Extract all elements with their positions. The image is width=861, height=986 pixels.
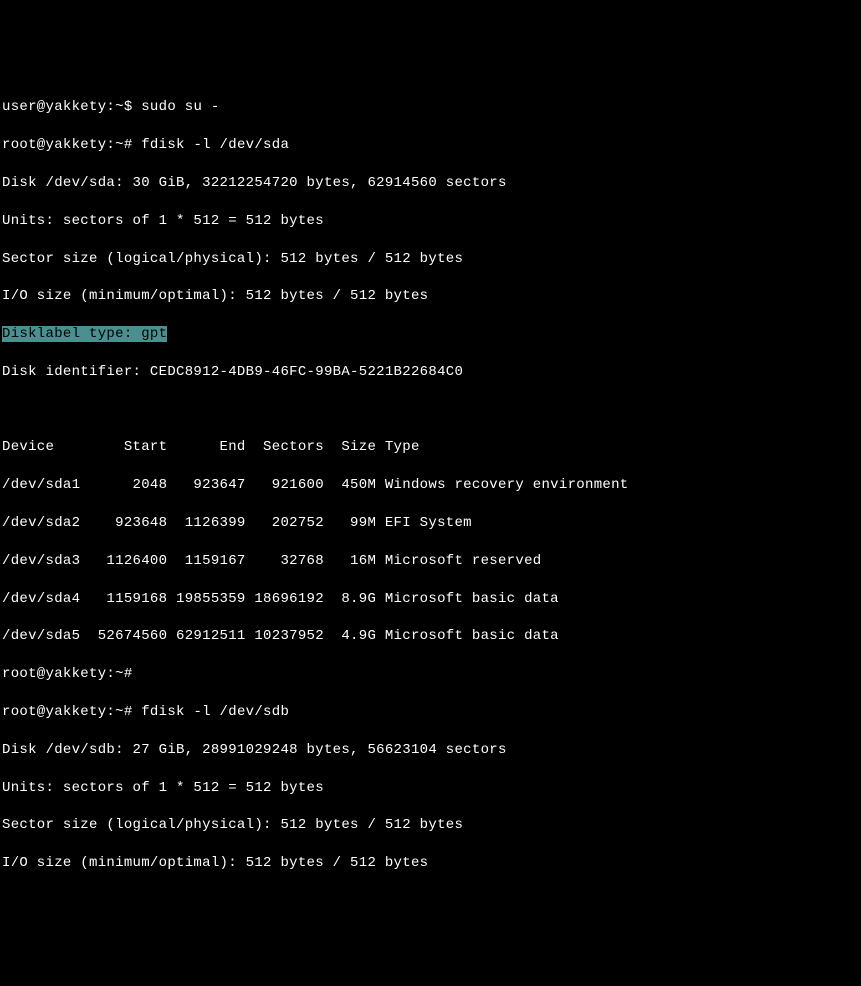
- partition-row: /dev/sda5 52674560 62912511 10237952 4.9…: [2, 627, 859, 646]
- partition-table-header: Device Start End Sectors Size Type: [2, 438, 859, 457]
- io-size-line: I/O size (minimum/optimal): 512 bytes / …: [2, 287, 859, 306]
- disklabel-highlight: Disklabel type: gpt: [2, 326, 167, 342]
- blank-line: [2, 401, 859, 420]
- partition-row: /dev/sda4 1159168 19855359 18696192 8.9G…: [2, 590, 859, 609]
- disklabel-line: Disklabel type: gpt: [2, 325, 859, 344]
- sector-size-line: Sector size (logical/physical): 512 byte…: [2, 250, 859, 269]
- sector-size-line: Sector size (logical/physical): 512 byte…: [2, 816, 859, 835]
- root-prompt-empty: root@yakkety:~#: [2, 665, 859, 684]
- prompt-line: root@yakkety:~# fdisk -l /dev/sda: [2, 136, 859, 155]
- io-size-line: I/O size (minimum/optimal): 512 bytes / …: [2, 854, 859, 873]
- root-prompt: root@yakkety:~#: [2, 137, 141, 153]
- user-prompt: user@yakkety:~$: [2, 99, 141, 115]
- disk-info-line: Disk /dev/sda: 30 GiB, 32212254720 bytes…: [2, 174, 859, 193]
- prompt-line: root@yakkety:~# fdisk -l /dev/sdb: [2, 703, 859, 722]
- disk-identifier-line: Disk identifier: CEDC8912-4DB9-46FC-99BA…: [2, 363, 859, 382]
- partition-row: /dev/sda2 923648 1126399 202752 99M EFI …: [2, 514, 859, 533]
- command-text: fdisk -l /dev/sda: [141, 137, 289, 153]
- partition-row: /dev/sda3 1126400 1159167 32768 16M Micr…: [2, 552, 859, 571]
- partition-row: /dev/sda1 2048 923647 921600 450M Window…: [2, 476, 859, 495]
- units-line: Units: sectors of 1 * 512 = 512 bytes: [2, 779, 859, 798]
- units-line: Units: sectors of 1 * 512 = 512 bytes: [2, 212, 859, 231]
- command-text: sudo su -: [141, 99, 219, 115]
- prompt-line: user@yakkety:~$ sudo su -: [2, 98, 859, 117]
- terminal-output[interactable]: user@yakkety:~$ sudo su - root@yakkety:~…: [2, 80, 859, 892]
- disk-info-line: Disk /dev/sdb: 27 GiB, 28991029248 bytes…: [2, 741, 859, 760]
- command-text: fdisk -l /dev/sdb: [141, 704, 289, 720]
- root-prompt: root@yakkety:~#: [2, 704, 141, 720]
